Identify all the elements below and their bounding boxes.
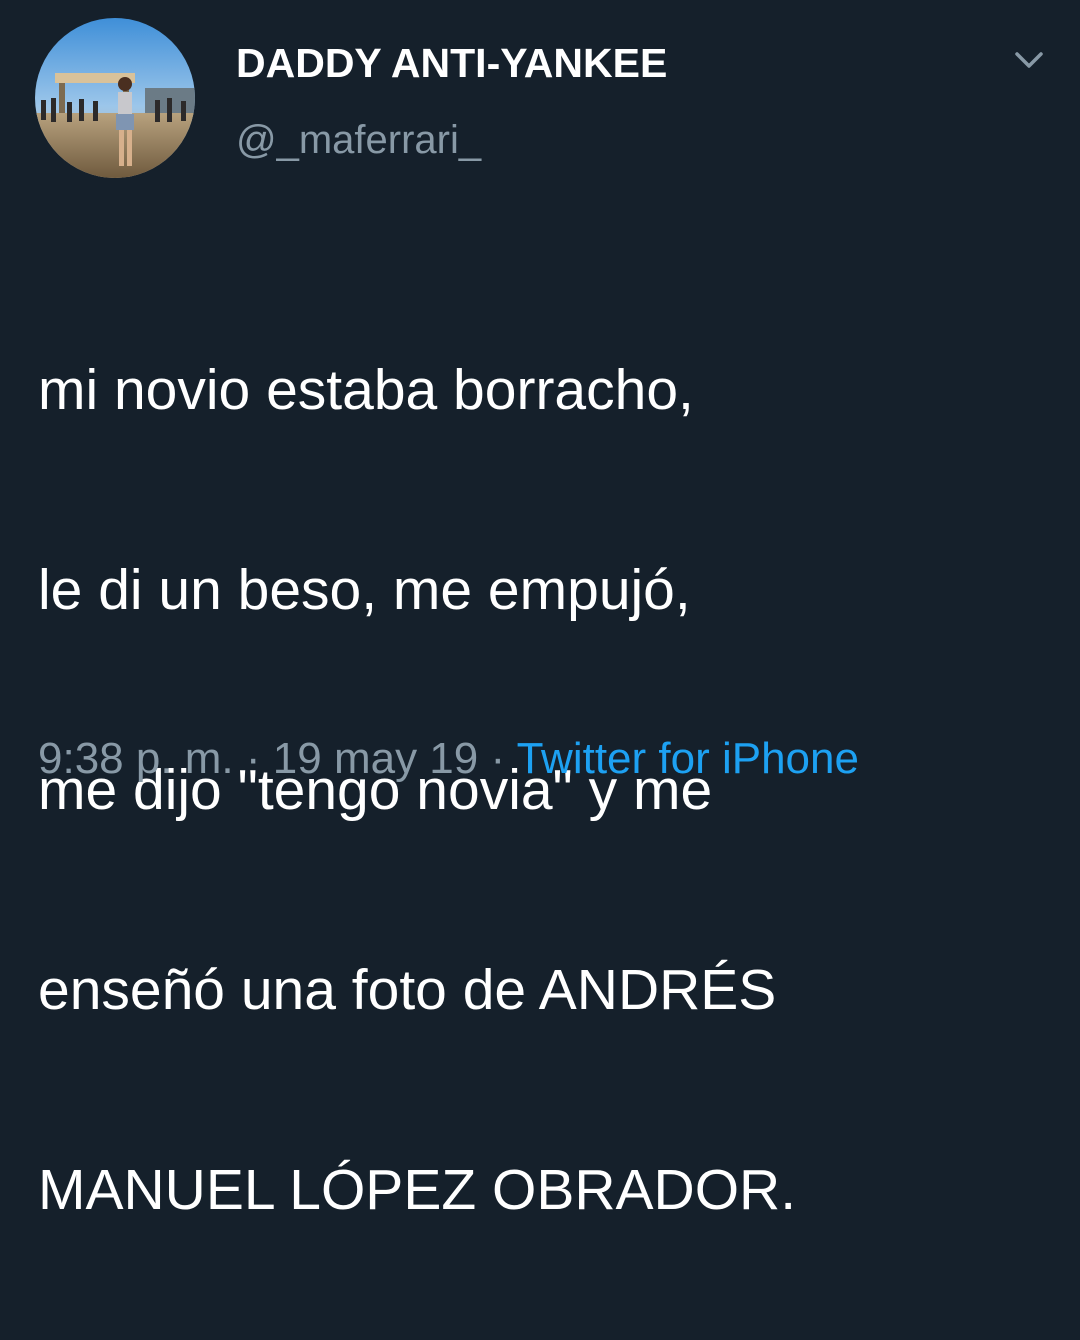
avatar-photo bbox=[35, 18, 195, 178]
tweet-text: mi novio estaba borracho, le di un beso,… bbox=[38, 240, 1048, 1340]
chevron-down-icon[interactable] bbox=[1006, 40, 1052, 80]
tweet-source-link[interactable]: Twitter for iPhone bbox=[517, 734, 859, 783]
display-name[interactable]: DADDY ANTI-YANKEE bbox=[236, 40, 667, 86]
user-handle[interactable]: @_maferrari_ bbox=[236, 117, 481, 163]
tweet-text-line: le di un beso, me empujó, bbox=[38, 558, 691, 622]
meta-separator: · bbox=[490, 734, 506, 783]
tweet-time[interactable]: 9:38 p. m. bbox=[38, 734, 234, 783]
tweet-text-line: MANUEL LÓPEZ OBRADOR. bbox=[38, 1158, 797, 1222]
tweet-card: DADDY ANTI-YANKEE @_maferrari_ mi novio … bbox=[0, 0, 1080, 1222]
tweet-date[interactable]: 19 may 19 bbox=[273, 734, 478, 783]
tweet-text-line: mi novio estaba borracho, bbox=[38, 358, 694, 422]
tweet-text-line: enseñó una foto de ANDRÉS bbox=[38, 958, 777, 1022]
avatar[interactable] bbox=[35, 18, 195, 178]
tweet-metadata: 9:38 p. m. · 19 may 19 · Twitter for iPh… bbox=[38, 733, 859, 785]
meta-separator: · bbox=[245, 734, 261, 783]
